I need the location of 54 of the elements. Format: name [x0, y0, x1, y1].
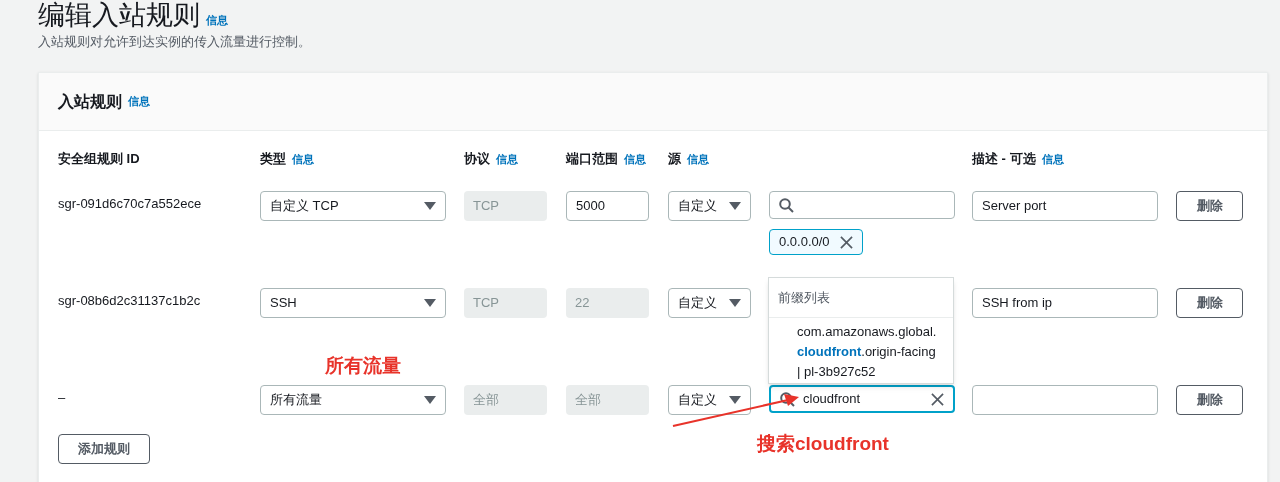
- rule-id: sgr-091d6c70c7a552ece: [58, 195, 203, 213]
- close-icon[interactable]: [839, 235, 853, 249]
- description-field[interactable]: [972, 385, 1158, 415]
- description-field[interactable]: Server port: [972, 191, 1158, 221]
- info-link[interactable]: 信息: [687, 151, 709, 168]
- panel-title: 入站规则: [58, 91, 122, 112]
- port-field: 全部: [566, 385, 649, 415]
- search-icon: [779, 197, 794, 213]
- column-header: 端口范围: [566, 150, 618, 168]
- caret-icon: [729, 299, 741, 307]
- info-link[interactable]: 信息: [1041, 151, 1064, 168]
- description-field[interactable]: SSH from ip: [972, 288, 1158, 318]
- column-header: 类型: [260, 150, 286, 168]
- column-header: 安全组规则 ID: [58, 150, 140, 168]
- source-search-field[interactable]: cloudfront: [769, 385, 955, 413]
- info-link[interactable]: 信息: [624, 151, 646, 168]
- annotation-text: 搜索cloudfront: [757, 432, 889, 456]
- rule-id: –: [58, 389, 67, 407]
- delete-button[interactable]: 删除: [1176, 191, 1243, 221]
- caret-icon: [729, 202, 741, 210]
- column-header: 协议: [464, 150, 490, 168]
- delete-button[interactable]: 删除: [1176, 288, 1243, 318]
- group-label: 前缀列表: [778, 288, 830, 307]
- source-select[interactable]: 自定义: [668, 385, 751, 415]
- type-select[interactable]: SSH: [260, 288, 446, 318]
- protocol-field: 全部: [464, 385, 547, 415]
- add-rule-button[interactable]: 添加规则: [58, 434, 150, 464]
- rule-id: sgr-08b6d2c31137c1b2c: [58, 292, 202, 310]
- delete-button[interactable]: 删除: [1176, 385, 1243, 415]
- info-link[interactable]: 信息: [128, 93, 150, 110]
- port-field: 22: [566, 288, 649, 318]
- caret-icon: [424, 396, 436, 404]
- page-description: 入站规则对允许到达实例的传入流量进行控制。: [38, 33, 312, 51]
- column-header: 描述 - 可选: [972, 150, 1036, 168]
- protocol-field: TCP: [464, 288, 547, 318]
- source-select[interactable]: 自定义: [668, 191, 751, 221]
- annotation-text: 所有流量: [325, 354, 401, 378]
- source-search-field[interactable]: [769, 191, 955, 219]
- protocol-field: TCP: [464, 191, 547, 221]
- caret-icon: [729, 396, 741, 404]
- type-select[interactable]: 所有流量: [260, 385, 446, 415]
- column-header: 源: [668, 150, 681, 168]
- info-link[interactable]: 信息: [496, 151, 518, 168]
- info-link[interactable]: 信息: [292, 151, 314, 168]
- info-link[interactable]: 信息: [206, 12, 228, 29]
- page-title: 编辑入站规则: [38, 0, 200, 30]
- source-select[interactable]: 自定义: [668, 288, 751, 318]
- caret-icon: [424, 202, 436, 210]
- type-select[interactable]: 自定义 TCP: [260, 191, 446, 221]
- caret-icon: [424, 299, 436, 307]
- source-chip: 0.0.0.0/0: [769, 229, 863, 255]
- close-icon[interactable]: [931, 392, 944, 406]
- dropdown-option[interactable]: com.amazonaws.global. cloudfront.origin-facing | pl-3b927c52: [769, 318, 953, 382]
- port-field[interactable]: 5000: [566, 191, 649, 221]
